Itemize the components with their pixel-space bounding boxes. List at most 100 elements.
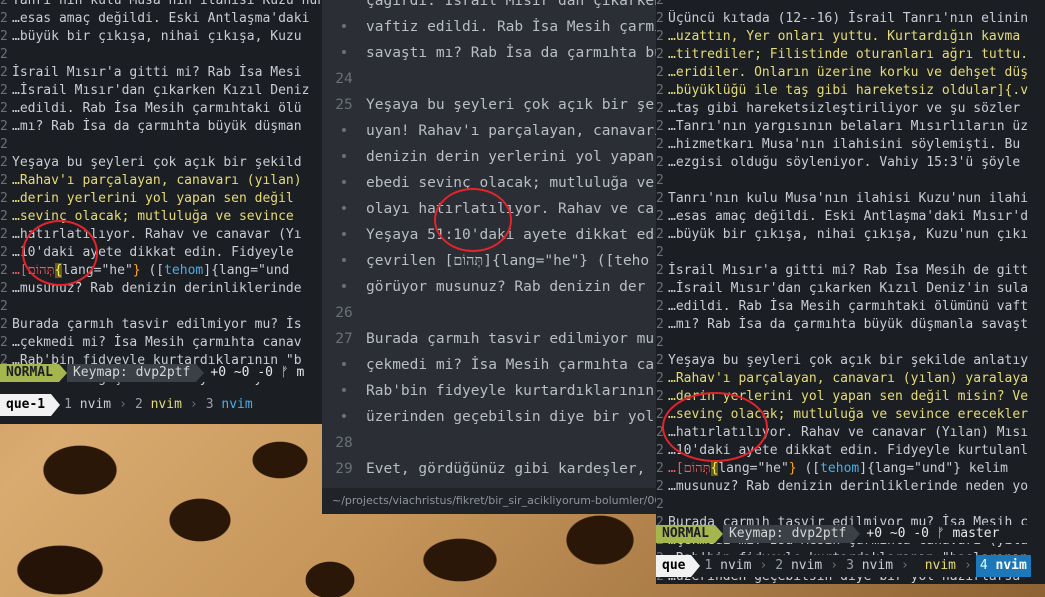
text-line[interactable]: 2 …büyük bir çıkışa, nihai çıkışa, Kuzu'n… <box>656 226 1045 244</box>
text-line[interactable]: 2 …esas amaç değildi. Eski Antlaşma'daki … <box>656 208 1045 226</box>
text-line[interactable]: 2 <box>656 244 1045 262</box>
text-line[interactable]: 2 …ezgisi olduğu söyleniyor. Vahiy 15:3'ü… <box>656 154 1045 172</box>
text-line[interactable]: 2 Tanrı'nın kulu Musa'nın ilahisi Kuzu'nu… <box>0 0 330 10</box>
text-line[interactable]: 2 …titrediler; Filistinde oturanları ağrı… <box>656 46 1045 64</box>
editor-line[interactable]: • uyan! Rahav'ı parçalayan, canavarı <box>322 118 660 144</box>
line-number: • <box>339 409 349 425</box>
editor-line[interactable]: 27 Burada çarmıh tasvir edilmiyor mu <box>322 326 660 352</box>
sign-column: 2 <box>656 461 664 476</box>
text-line[interactable]: 2 …büyük bir çıkışa, nihai çıkışa, Kuzu <box>0 28 330 46</box>
text-line[interactable]: 2 …Rahav'ı parçalayan, canavarı (yılan) y… <box>656 370 1045 388</box>
text-line[interactable]: 2 İsrail Mısır'a gitti mi? Rab İsa Mesih … <box>656 262 1045 280</box>
text-line[interactable]: 2 …uzattın, Yer onları yuttu. Kurtardığın… <box>656 28 1045 46</box>
text-line[interactable]: 2 Tanrı'nın kulu Musa'nın ilahisi Kuzu'nu… <box>656 190 1045 208</box>
text-line[interactable]: 2 …musunuz? Rab denizin derinliklerinde n… <box>656 478 1045 496</box>
session-separator <box>691 555 701 577</box>
editor-line[interactable]: • Rab'bin fidyeyle kurtardıklarının <box>322 378 660 404</box>
tmux-window-tab[interactable]: 2 nvim <box>771 555 826 577</box>
editor-text-area[interactable]: çağırdı. İsrail Mısır'dan çıkarken • vafti… <box>322 0 660 514</box>
text-line[interactable]: 2 Üçüncü kıtada (12--16) İsrail Tanrı'nın… <box>656 10 1045 28</box>
line-text: …musunuz? Rab denizin derinliklerinde ne… <box>668 479 1029 494</box>
line-text: Yeşaya bu şeyleri çok açık bir şekilde a… <box>668 353 1029 368</box>
line-text: …hizmetkarı Musa'nın ilahisini söylemişt… <box>668 137 1021 152</box>
text-line[interactable]: 2 …derin yerlerini yol yapan sen değil <box>0 190 330 208</box>
left-tmux-bar: que-1 1 nvim › 2 nvim › 3 nvim <box>0 394 330 416</box>
text-line[interactable]: 2 <box>0 46 330 64</box>
text-line[interactable]: 2 …hizmetkarı Musa'nın ilahisini söylemiş… <box>656 136 1045 154</box>
text-line[interactable]: 2 …eridiler. Onların üzerine korku ve deh… <box>656 64 1045 82</box>
tmux-window-tab[interactable]: 1 nvim <box>60 394 115 416</box>
text-line[interactable]: 2 …taş gibi hareketsizleştiriliyor ve şu … <box>656 100 1045 118</box>
text-line[interactable]: 2 …çekmedi mi? İsa Mesih çarmıhta canav <box>0 334 330 352</box>
line-number: • <box>339 201 349 217</box>
line-text: …esas amaç değildi. Eski Antlaşma'daki M… <box>668 209 1029 224</box>
tmux-session-name[interactable]: que-1 <box>0 394 52 416</box>
editor-line[interactable]: • savaştı mı? Rab İsa da çarmıhta bü <box>322 40 660 66</box>
text-line[interactable]: 2 <box>0 136 330 154</box>
text-line[interactable]: 2 İsrail Mısır'a gitti mi? Rab İsa Mesi <box>0 64 330 82</box>
editor-line[interactable]: 25 Yeşaya bu şeyleri çok açık bir şe <box>322 92 660 118</box>
text-line[interactable]: 2 …İsrail Mısır'dan çıkarken Kızıl Deniz <box>0 82 330 100</box>
tmux-window-tab[interactable]: 1 nvim <box>700 555 755 577</box>
keymap-indicator: Keymap: dvp2ptf <box>66 364 197 382</box>
window-separator: › <box>830 558 839 573</box>
sign-column: 2 <box>656 479 664 494</box>
session-separator <box>51 394 61 416</box>
window-number: 1 <box>64 397 72 412</box>
text-line[interactable]: 2 Yeşaya bu şeyleri çok açık bir şekild <box>0 154 330 172</box>
left-text-area[interactable]: 2 Tanrı'nın kulu Musa'nın ilahisi Kuzu'nu… <box>0 0 330 388</box>
left-terminal-pane[interactable]: 2 Tanrı'nın kulu Musa'nın ilahisi Kuzu'nu… <box>0 0 330 424</box>
text-line[interactable]: 2 …mı? Rab İsa da çarmıhta büyük düşman <box>0 118 330 136</box>
text-line[interactable]: 2 <box>0 298 330 316</box>
right-terminal-pane[interactable]: 2 2 Üçüncü kıtada (12--16) İsrail Tanrı'nı… <box>656 0 1045 584</box>
text-line[interactable]: 2 …edildi. Rab İsa Mesih çarmıhtaki ölümü… <box>656 298 1045 316</box>
tmux-window-tab[interactable]: 3 nvim <box>842 555 897 577</box>
text-line[interactable]: 2 …esas amaç değildi. Eski Antlaşma'daki <box>0 10 330 28</box>
editor-line[interactable]: çağırdı. İsrail Mısır'dan çıkarken <box>322 0 660 14</box>
editor-line[interactable]: 24 <box>322 66 660 92</box>
text-line[interactable]: 2 <box>656 172 1045 190</box>
tmux-window-tab[interactable]: 2 nvim <box>131 394 186 416</box>
sign-column: 2 <box>656 317 664 332</box>
line-text: Evet, gördüğünüz gibi kardeşler, <box>366 461 646 477</box>
mode-indicator: NORMAL <box>0 364 59 382</box>
line-text: Yeşaya bu şeyleri çok açık bir şekild <box>12 155 302 170</box>
text-line[interactable]: 2 …İsrail Mısır'dan çıkarken Kızıl Deniz'… <box>656 280 1045 298</box>
right-text-area[interactable]: 2 2 Üçüncü kıtada (12--16) İsrail Tanrı'nı… <box>656 0 1045 584</box>
sign-column: 2 <box>0 47 8 62</box>
line-text: denizin derin yerlerini yol yapan <box>366 149 655 165</box>
editor-line[interactable]: • çekmedi mi? İsa Mesih çarmıhta ca <box>322 352 660 378</box>
text-line[interactable]: 2 …[תְּהוֹם{lang="he"} ([tehom]{lang="und… <box>656 460 1045 478</box>
text-line[interactable]: 2 <box>656 334 1045 352</box>
tmux-window-tab[interactable]: 3 nvim <box>202 394 257 416</box>
line-text: …büyük bir çıkışa, nihai çıkışa, Kuzu <box>12 29 302 44</box>
editor-line[interactable]: • görüyor musunuz? Rab denizin der <box>322 274 660 300</box>
tmux-window-tab[interactable]: 4 nvim <box>975 555 1031 577</box>
editor-window[interactable]: çağırdı. İsrail Mısır'dan çıkarken • vafti… <box>322 0 660 514</box>
text-line[interactable]: 2 <box>656 496 1045 514</box>
text-line[interactable]: 2 Yeşaya bu şeyleri çok açık bir şekilde … <box>656 352 1045 370</box>
text-line[interactable]: 2 …büyüklüğü ile taş gibi hareketsiz oldu… <box>656 82 1045 100</box>
line-text: …büyük bir çıkışa, nihai çıkışa, Kuzu'nu… <box>668 227 1029 242</box>
text-line[interactable]: 2 …edildi. Rab İsa Mesih çarmıhtaki ölü <box>0 100 330 118</box>
editor-line[interactable]: • çevrilen [תְּהוֹם]{lang="he"} ([teho <box>322 248 660 274</box>
tmux-window-tab[interactable]: nvim <box>913 555 960 577</box>
line-number: • <box>339 149 349 165</box>
text-line[interactable]: 2 Burada çarmıh tasvir edilmiyor mu? İs <box>0 316 330 334</box>
editor-line[interactable]: 29 Evet, gördüğünüz gibi kardeşler, <box>322 456 660 482</box>
text-line[interactable]: 2 <box>656 0 1045 10</box>
tmux-session-name[interactable]: que <box>656 555 692 577</box>
window-name: nvim <box>79 397 112 412</box>
editor-line[interactable]: • üzerinden geçebilsin diye bir yol <box>322 404 660 430</box>
text-line[interactable]: 2 …Tanrı'nın yargısının belaları Mısırlıl… <box>656 118 1045 136</box>
window-number: 3 <box>205 397 214 412</box>
editor-line[interactable]: 26 <box>322 300 660 326</box>
editor-line[interactable]: 28 <box>322 430 660 456</box>
text-line[interactable]: 2 …Rahav'ı parçalayan, canavarı (yılan) <box>0 172 330 190</box>
sign-column: 2 <box>656 119 664 134</box>
editor-line[interactable]: • denizin derin yerlerini yol yapan <box>322 144 660 170</box>
window-number: 1 <box>704 558 713 573</box>
text-line[interactable]: 2 …mı? Rab İsa da çarmıhta büyük düşmanla… <box>656 316 1045 334</box>
sign-column: 2 <box>656 191 664 206</box>
editor-line[interactable]: • vaftiz edildi. Rab İsa Mesih çarmı <box>322 14 660 40</box>
